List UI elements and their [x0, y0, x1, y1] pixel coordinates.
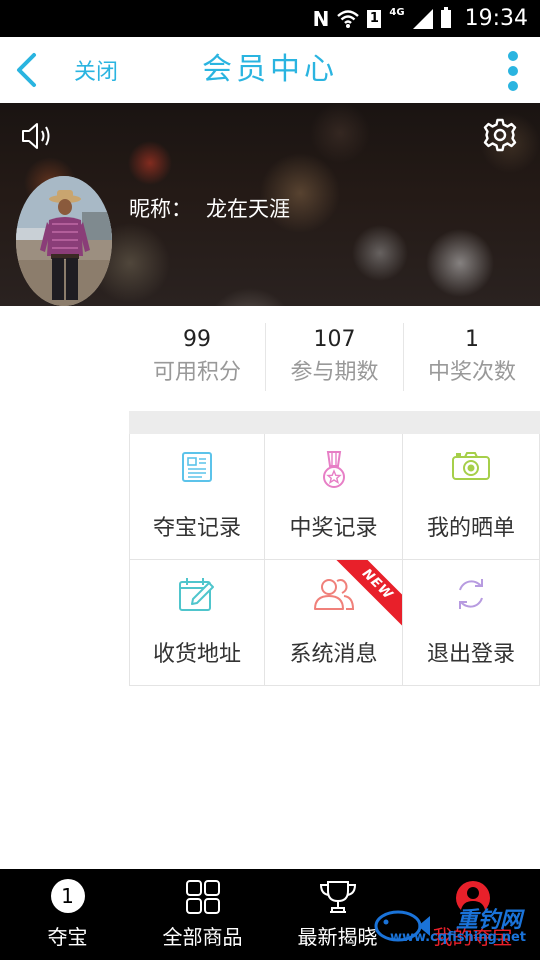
menu-item-share[interactable]: 我的晒单	[403, 434, 540, 560]
nickname: 昵称： 龙在天涯	[129, 193, 290, 223]
medal-icon	[322, 451, 345, 488]
watermark-url: www.cqfishing.net	[389, 930, 526, 945]
sim-icon: 1	[367, 9, 382, 28]
more-options-button[interactable]	[506, 51, 520, 91]
refresh-icon	[459, 579, 483, 609]
menu-item-records[interactable]: 夺宝记录	[129, 434, 265, 560]
stats-row: 99 可用积分 107 参与期数 1 中奖次数	[129, 323, 540, 391]
dot-icon	[508, 51, 518, 61]
title-bar: 关闭 会员中心	[0, 37, 540, 103]
stat-label: 参与期数	[290, 360, 379, 385]
menu-item-label: 收货地址	[152, 642, 241, 667]
section-divider	[129, 411, 540, 434]
dot-icon	[508, 66, 518, 76]
bottom-nav: 1 夺宝 全部商品 最新揭晓 我的夺宝 重钓网 www.cqfishing.ne…	[0, 869, 540, 960]
menu-item-address[interactable]: 收货地址	[129, 560, 265, 686]
chevron-left-icon	[14, 37, 54, 103]
menu-item-label: 退出登录	[426, 642, 515, 667]
close-label: 关闭	[74, 60, 119, 85]
menu-item-logout[interactable]: 退出登录	[403, 560, 540, 686]
speaker-button[interactable]	[20, 119, 56, 153]
grid-icon	[185, 880, 220, 914]
clock: 19:34	[464, 6, 528, 31]
nickname-label: 昵称：	[129, 197, 192, 221]
numbered-circle-icon: 1	[50, 879, 85, 913]
profile-banner: 昵称： 龙在天涯	[0, 103, 540, 306]
menu-item-label: 我的晒单	[426, 516, 515, 541]
battery-icon	[440, 6, 451, 28]
stat-value: 99	[183, 327, 211, 352]
stat-value: 1	[465, 327, 479, 352]
nav-item-duobao[interactable]: 1 夺宝	[0, 869, 135, 960]
menu-grid: 夺宝记录 中奖记录 我的晒单 收货地址 系统消息 NEW 退出登录	[129, 434, 540, 686]
document-icon	[182, 452, 212, 482]
menu-item-messages[interactable]: 系统消息 NEW	[265, 560, 403, 686]
nickname-value: 龙在天涯	[206, 197, 290, 221]
nav-item-all-products[interactable]: 全部商品	[135, 869, 270, 960]
watermark: 重钓网 www.cqfishing.net	[372, 898, 532, 954]
camera-icon	[452, 452, 490, 480]
signal-icon	[412, 8, 433, 29]
nfc-icon: N	[312, 6, 330, 31]
dot-icon	[508, 81, 518, 91]
settings-button[interactable]	[482, 117, 518, 153]
calendar-edit-icon	[179, 578, 214, 611]
back-button[interactable]: 关闭	[14, 37, 134, 103]
menu-item-wins[interactable]: 中奖记录	[265, 434, 403, 560]
status-bar: N 1 4G 19:34	[0, 0, 540, 37]
wifi-icon	[337, 9, 360, 28]
avatar[interactable]	[16, 176, 112, 306]
stat-points[interactable]: 99 可用积分	[129, 323, 265, 391]
page-title: 会员中心	[202, 52, 338, 87]
stat-value: 107	[313, 327, 356, 352]
menu-item-label: 中奖记录	[289, 516, 378, 541]
stat-label: 可用积分	[152, 360, 241, 385]
gear-icon	[483, 118, 517, 152]
trophy-icon	[319, 881, 356, 913]
users-icon	[313, 579, 354, 610]
network-type: 4G	[389, 7, 405, 18]
stat-label: 中奖次数	[427, 360, 516, 385]
stat-periods[interactable]: 107 参与期数	[265, 323, 403, 391]
menu-item-label: 系统消息	[289, 642, 378, 667]
speaker-icon	[22, 123, 50, 149]
nav-label: 夺宝	[47, 925, 88, 949]
nav-label: 全部商品	[162, 925, 243, 949]
stat-wins[interactable]: 1 中奖次数	[403, 323, 540, 391]
menu-item-label: 夺宝记录	[152, 516, 241, 541]
